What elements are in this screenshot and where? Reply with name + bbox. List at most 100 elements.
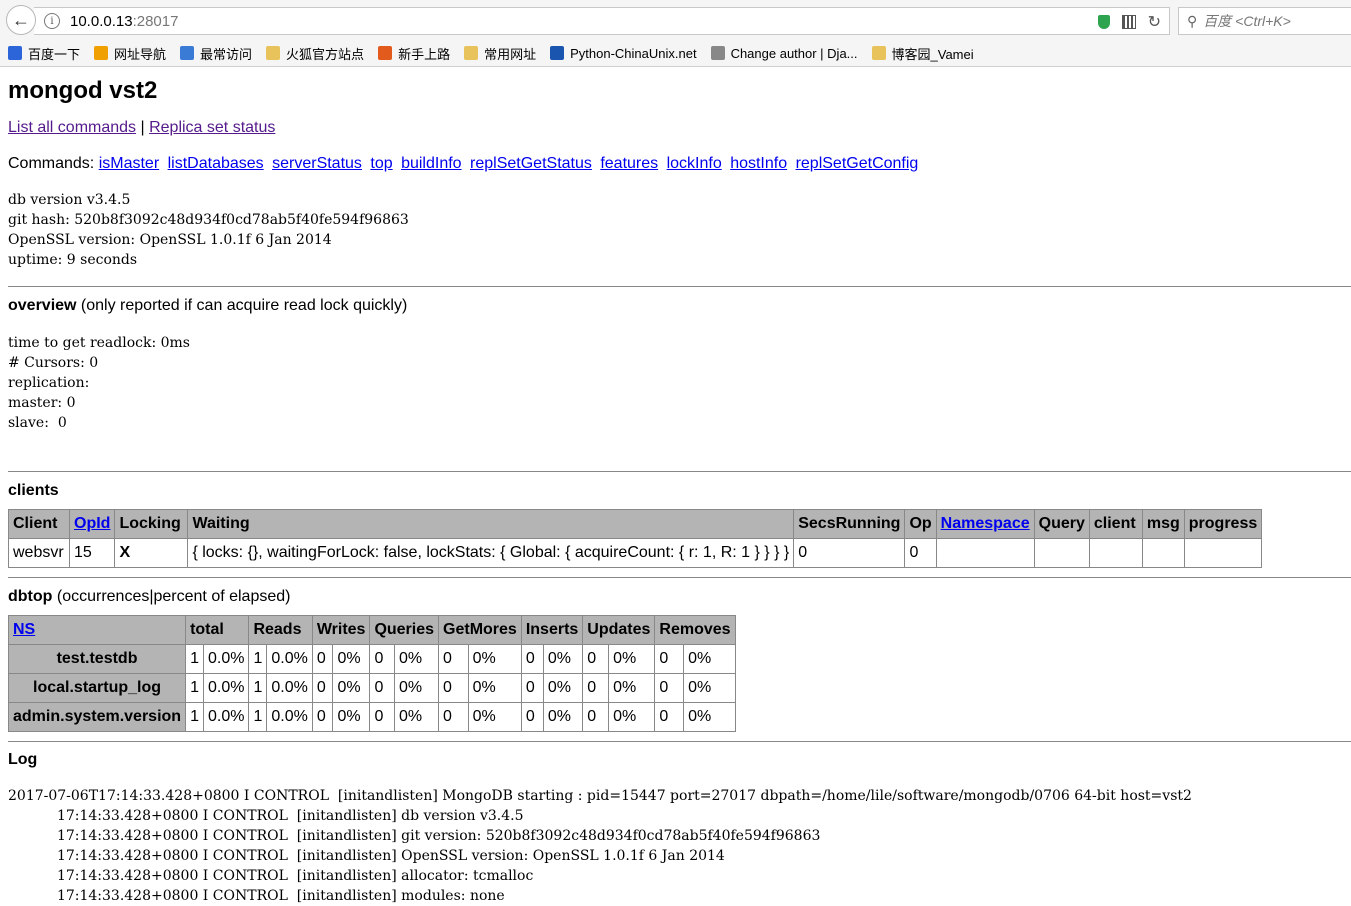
bookmark-icon	[378, 46, 393, 60]
table-cell: 1	[185, 644, 204, 674]
table-cell: 0%	[332, 673, 371, 703]
bookmark-label: 网址导航	[114, 46, 167, 62]
qr-code-icon[interactable]	[1121, 15, 1136, 29]
table-cell: 0.0%	[202, 702, 250, 732]
table-cell: 0%	[467, 702, 522, 732]
overview-body: time to get readlock: 0ms # Cursors: 0 r…	[8, 335, 190, 431]
list-all-commands-link[interactable]: List all commands	[8, 119, 136, 136]
table-cell: 0	[654, 702, 685, 732]
table-cell: 0	[369, 702, 395, 732]
table-cell: 1	[185, 673, 204, 703]
command-link-top[interactable]: top	[370, 155, 392, 172]
browser-chrome: i 10.0.0.13:28017 ↻ ← ⚲ 百度 <Ctrl+K> 百度一下…	[0, 0, 1351, 67]
command-link-buildinfo[interactable]: buildInfo	[401, 155, 462, 172]
bookmark-label: 最常访问	[200, 46, 253, 62]
column-header-namespace[interactable]: Namespace	[935, 509, 1035, 539]
divider	[8, 577, 1351, 578]
command-link-hostinfo[interactable]: hostInfo	[730, 155, 787, 172]
table-cell: 0	[654, 673, 685, 703]
back-button[interactable]: ←	[6, 5, 36, 35]
table-cell: 0%	[608, 673, 656, 703]
bookmark-item[interactable]: 常用网址	[464, 44, 536, 63]
column-header-total: total	[185, 615, 250, 645]
url-text[interactable]: 10.0.0.13:28017	[70, 13, 178, 30]
bookmark-icon	[550, 46, 565, 60]
shield-icon[interactable]	[1097, 15, 1110, 29]
table-cell: 0	[311, 673, 334, 703]
bookmark-item[interactable]: 新手上路	[378, 44, 450, 63]
table-row: local.startup_log 1 0.0% 1 0.0% 0 0% 0 0% 0 0% 0 0% 0…	[7, 673, 736, 703]
command-link-serverstatus[interactable]: serverStatus	[272, 155, 362, 172]
sort-link-namespace[interactable]: Namespace	[941, 515, 1030, 532]
table-cell: 0%	[467, 644, 522, 674]
bookmark-item[interactable]: Python-ChinaUnix.net	[550, 46, 697, 61]
table-cell: 0%	[467, 673, 522, 703]
table-row: admin.system.version 1 0.0% 1 0.0% 0 0% 0 0% 0 0% 0…	[7, 702, 736, 732]
command-link-replsetgetconfig[interactable]: replSetGetConfig	[796, 155, 919, 172]
log-body: 2017-07-06T17:14:33.428+0800 I CONTROL […	[8, 788, 1192, 904]
command-link-features[interactable]: features	[600, 155, 658, 172]
table-cell: 0	[369, 673, 395, 703]
table-cell	[1088, 538, 1143, 568]
table-cell	[1183, 538, 1263, 568]
table-cell: 0	[582, 702, 610, 732]
column-header-query: Query	[1033, 509, 1090, 539]
table-cell	[1033, 538, 1090, 568]
command-link-replsetgetstatus[interactable]: replSetGetStatus	[470, 155, 592, 172]
column-header-ns[interactable]: NS	[7, 615, 187, 645]
table-cell: 0%	[683, 644, 736, 674]
table-cell: X	[114, 538, 189, 568]
command-link-lockinfo[interactable]: lockInfo	[667, 155, 722, 172]
sort-link-ns[interactable]: NS	[13, 621, 35, 638]
table-cell: 0%	[393, 673, 440, 703]
column-header-locking: Locking	[114, 509, 189, 539]
table-cell: 0	[311, 644, 334, 674]
bookmark-item[interactable]: 最常访问	[180, 44, 252, 63]
table-cell: 15	[68, 538, 116, 568]
page-content: mongod vst2 List all commands | Replica …	[7, 68, 1351, 906]
bookmark-label: 新手上路	[398, 46, 451, 62]
bookmark-item[interactable]: Change author | Dja...	[710, 45, 858, 61]
column-header-client: Client	[8, 509, 70, 539]
column-header-op: Op	[904, 509, 937, 539]
info-icon[interactable]: i	[44, 13, 60, 29]
search-input[interactable]: ⚲ 百度 <Ctrl+K>	[1178, 7, 1351, 35]
divider	[8, 471, 1351, 472]
table-cell: 0	[311, 702, 334, 732]
url-bar[interactable]: i 10.0.0.13:28017 ↻	[34, 7, 1170, 35]
table-cell: 0%	[542, 673, 584, 703]
table-cell: 0	[520, 644, 544, 674]
table-cell: 0	[520, 673, 544, 703]
table-cell: 0%	[683, 702, 736, 732]
sort-link-opid[interactable]: OpId	[74, 515, 110, 532]
bookmark-label: Change author | Dja...	[730, 45, 858, 61]
column-header-writes: Writes	[311, 615, 371, 645]
bookmark-item[interactable]: 火狐官方站点	[266, 44, 364, 63]
column-header-removes: Removes	[654, 615, 736, 645]
bookmark-item[interactable]: 网址导航	[94, 44, 166, 63]
replica-set-status-link[interactable]: Replica set status	[149, 119, 275, 136]
column-header-queries: Queries	[369, 615, 440, 645]
bookmark-icon	[8, 46, 22, 60]
table-cell: 0%	[683, 673, 736, 703]
command-link-ismaster[interactable]: isMaster	[99, 155, 159, 172]
namespace-cell: local.startup_log	[7, 673, 187, 703]
table-cell: 1	[248, 673, 268, 703]
reload-icon[interactable]: ↻	[1148, 12, 1161, 32]
dbtop-heading: dbtop (occurrences|percent of elapsed)	[8, 588, 291, 605]
table-cell: 0	[654, 644, 685, 674]
clients-table: Client OpId Locking Waiting SecsRunning Op Nam…	[8, 509, 1263, 568]
column-header-opid[interactable]: OpId	[68, 509, 116, 539]
table-cell: { locks: {}, waitingForLock: false, lock…	[187, 538, 795, 568]
table-cell: 0.0%	[266, 673, 313, 703]
table-cell: 0%	[393, 644, 440, 674]
command-link-listdatabases[interactable]: listDatabases	[168, 155, 264, 172]
clients-heading: clients	[8, 482, 59, 499]
table-cell	[1141, 538, 1185, 568]
column-header-reads: Reads	[248, 615, 313, 645]
table-cell: 1	[185, 702, 204, 732]
bookmark-item[interactable]: 博客园_Vamei	[871, 44, 974, 63]
bookmark-item[interactable]: 百度一下	[8, 44, 80, 63]
bookmark-label: 常用网址	[484, 46, 537, 62]
namespace-cell: admin.system.version	[7, 702, 187, 732]
